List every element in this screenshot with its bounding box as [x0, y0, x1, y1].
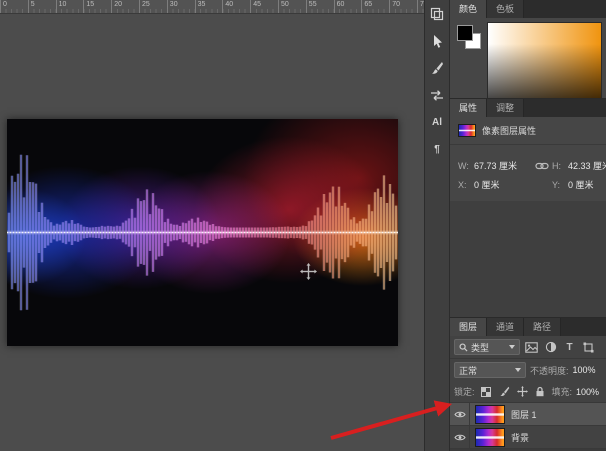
- lock-all-icon[interactable]: [533, 384, 548, 399]
- lock-pixels-icon[interactable]: [497, 384, 512, 399]
- properties-title: 像素图层属性: [482, 124, 536, 137]
- properties-panel-body: 像素图层属性 W: 67.73 厘米 H: 42.33 厘米 X: 0: [450, 117, 606, 201]
- height-value[interactable]: 42.33 厘米: [568, 159, 606, 172]
- eye-icon: [454, 433, 466, 442]
- layer-thumbnail[interactable]: [475, 405, 505, 424]
- properties-empty-area: [450, 201, 606, 318]
- blend-mode-select[interactable]: 正常: [454, 362, 526, 378]
- collapsed-panel-strip: Al ¶: [424, 0, 450, 451]
- y-value[interactable]: 0 厘米: [568, 178, 606, 191]
- lock-position-icon[interactable]: [515, 384, 530, 399]
- lock-buttons: [479, 384, 548, 399]
- move-cursor-icon: [300, 263, 317, 280]
- blend-mode-row: 正常 不透明度: 100%: [450, 359, 606, 381]
- tab-channels[interactable]: 通道: [487, 318, 524, 336]
- tab-layers[interactable]: 图层: [450, 318, 487, 336]
- adjustment-layer-filter-icon[interactable]: [543, 340, 558, 355]
- paragraph-panel-icon[interactable]: ¶: [428, 140, 446, 158]
- x-value[interactable]: 0 厘米: [474, 178, 532, 191]
- history-panel-icon[interactable]: [428, 5, 446, 23]
- photoshop-window: 051015202530354045505560657075: [0, 0, 606, 451]
- brush-panel-icon[interactable]: [428, 59, 446, 77]
- layers-panel-tabbar: 图层 通道 路径: [450, 318, 606, 336]
- filter-kind-label: 类型: [471, 341, 489, 354]
- tab-properties[interactable]: 属性: [450, 99, 487, 117]
- size-row: W: 67.73 厘米 H: 42.33 厘米: [458, 159, 606, 172]
- tab-color[interactable]: 颜色: [450, 0, 487, 18]
- opacity-label: 不透明度:: [530, 364, 569, 377]
- visibility-toggle[interactable]: [450, 426, 470, 448]
- type-layer-filter-icon[interactable]: T: [562, 340, 577, 355]
- color-panel-body: [450, 18, 606, 99]
- position-row: X: 0 厘米 Y: 0 厘米: [458, 178, 606, 191]
- chevron-down-icon: [515, 368, 521, 372]
- horizontal-ruler[interactable]: 051015202530354045505560657075: [0, 0, 424, 14]
- layer-row-background[interactable]: 背景: [450, 426, 606, 449]
- tab-adjustments[interactable]: 调整: [487, 99, 524, 117]
- tab-paths[interactable]: 路径: [524, 318, 561, 336]
- fill-value[interactable]: 100%: [576, 387, 599, 397]
- panel-dock: 颜色 色板 属性 调整 像素图层属性 W: 67.73 厘米: [450, 0, 606, 451]
- layer-kind-icon: [458, 124, 476, 137]
- opacity-value[interactable]: 100%: [573, 365, 596, 375]
- visibility-toggle[interactable]: [450, 403, 470, 425]
- layer-row-layer1[interactable]: 图层 1: [450, 403, 606, 426]
- properties-panel-tabbar: 属性 调整: [450, 99, 606, 117]
- height-label: H:: [552, 161, 568, 171]
- color-panel-tabbar: 颜色 色板: [450, 0, 606, 18]
- layer-filter-row: 类型 T: [450, 336, 606, 359]
- layer-name: 背景: [511, 431, 529, 444]
- foreground-color-swatch[interactable]: [457, 25, 473, 41]
- chevron-down-icon: [509, 345, 515, 349]
- x-label: X:: [458, 180, 474, 190]
- color-picker-field[interactable]: [487, 22, 602, 99]
- width-value[interactable]: 67.73 厘米: [474, 159, 532, 172]
- filter-kind-select[interactable]: 类型: [454, 339, 520, 355]
- transform-fields: W: 67.73 厘米 H: 42.33 厘米 X: 0 厘米 Y: 0 厘: [450, 145, 606, 201]
- clone-source-panel-icon[interactable]: [428, 86, 446, 104]
- lock-label: 锁定:: [454, 385, 475, 398]
- layer-thumbnail[interactable]: [475, 428, 505, 447]
- tab-swatches[interactable]: 色板: [487, 0, 524, 18]
- link-dimensions-button[interactable]: [532, 161, 552, 171]
- search-icon: [459, 343, 468, 352]
- shape-layer-filter-icon[interactable]: [581, 340, 596, 355]
- character-panel-icon[interactable]: Al: [428, 113, 446, 131]
- fill-label: 填充:: [552, 385, 573, 398]
- document-canvas[interactable]: [7, 119, 398, 346]
- blend-mode-value: 正常: [459, 364, 477, 377]
- y-label: Y:: [552, 180, 568, 190]
- properties-header: 像素图层属性: [450, 117, 606, 145]
- layers-panel-body: 类型 T: [450, 336, 606, 451]
- width-label: W:: [458, 161, 474, 171]
- pixel-layer-filter-icon[interactable]: [524, 340, 539, 355]
- layer-name: 图层 1: [511, 408, 537, 421]
- eye-icon: [454, 410, 466, 419]
- lock-transparency-icon[interactable]: [479, 384, 494, 399]
- lock-row: 锁定:: [450, 381, 606, 403]
- waveform-graphic: [7, 119, 398, 346]
- selection-cursor-panel-icon[interactable]: [428, 32, 446, 50]
